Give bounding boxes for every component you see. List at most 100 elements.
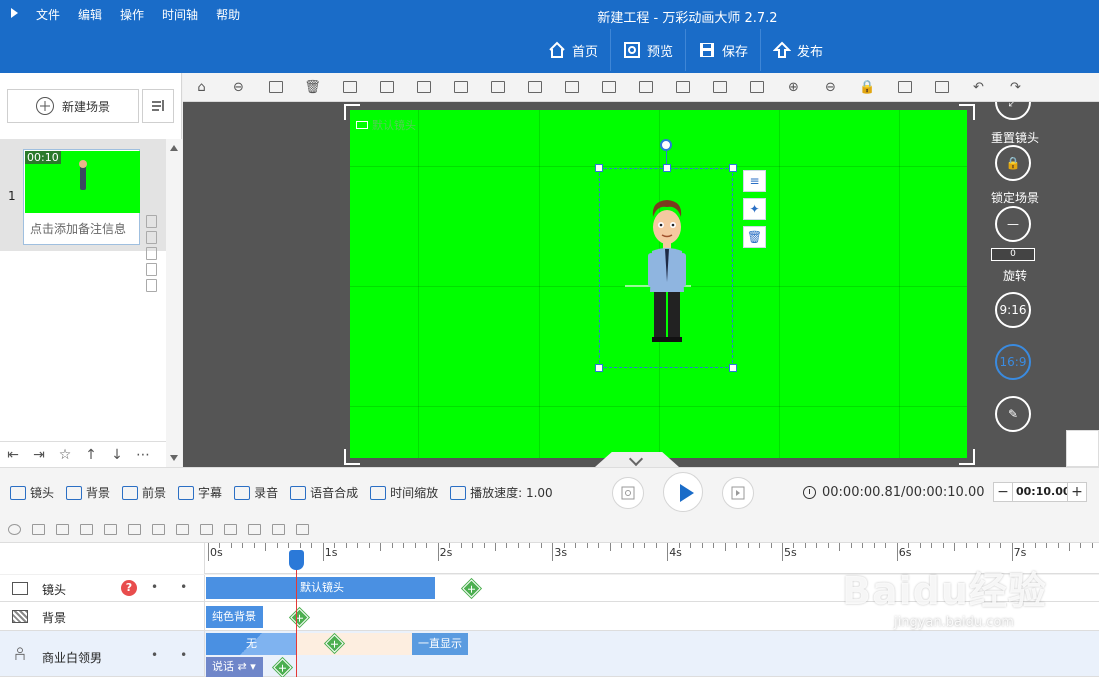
locate-icon[interactable] — [8, 524, 21, 535]
redo-icon[interactable]: ↷ — [997, 73, 1034, 102]
more-icon[interactable]: ⋯ — [130, 442, 156, 468]
add-foreground-button[interactable]: 前景 — [122, 484, 166, 501]
align-middle-icon[interactable] — [405, 73, 442, 102]
track-character[interactable]: 商业白领男 •• 无 一直显示 说话 ⇄ ▾ — [0, 631, 1099, 677]
add-keyframe-icon[interactable] — [462, 579, 481, 598]
zoom-in-icon[interactable]: ⊕ — [775, 73, 812, 102]
align-vtop-icon[interactable] — [664, 73, 701, 102]
scroll-down-icon[interactable] — [170, 455, 178, 461]
move-1-icon[interactable] — [248, 524, 261, 535]
lock-icon[interactable]: 🔒 — [849, 73, 886, 102]
record-button[interactable]: 录音 — [234, 484, 278, 501]
import-icon[interactable]: ⇤ — [0, 442, 26, 468]
scene-item[interactable]: 1 00:10 点击添加备注信息 — [0, 139, 166, 292]
clear-icon[interactable] — [56, 524, 69, 535]
duration-plus-button[interactable]: + — [1067, 482, 1087, 502]
arrange-icon[interactable]: ≡ — [743, 170, 766, 192]
ratio-16-9-button[interactable]: 16:9 — [995, 344, 1031, 380]
align-5-icon[interactable] — [176, 524, 189, 535]
side-panel-stub[interactable] — [1066, 430, 1099, 467]
background-clip[interactable]: 纯色背景 — [206, 606, 263, 628]
align-bottom-icon[interactable] — [701, 73, 738, 102]
align-3-icon[interactable] — [128, 524, 141, 535]
track-camera-toggles[interactable]: •• — [151, 580, 209, 594]
align-left-icon[interactable] — [553, 73, 590, 102]
help-icon[interactable]: ? — [121, 580, 137, 596]
scene-thumbnail[interactable]: 00:10 点击添加备注信息 — [23, 149, 140, 245]
stay-clip[interactable] — [296, 633, 412, 655]
action-clip[interactable]: 说话 ⇄ ▾ — [206, 657, 263, 677]
align-6-icon[interactable] — [200, 524, 213, 535]
tts-button[interactable]: 语音合成 — [290, 484, 358, 501]
select-frame-icon[interactable] — [442, 73, 479, 102]
align-right-icon[interactable] — [590, 73, 627, 102]
publish-button[interactable]: 发布 — [760, 29, 835, 71]
align-1-icon[interactable] — [80, 524, 93, 535]
resize-handle-tl[interactable] — [595, 164, 603, 172]
replace-icon[interactable] — [257, 73, 294, 102]
stay-clip-label[interactable]: 一直显示 — [412, 633, 468, 655]
rotate-dial-icon[interactable]: — — [995, 206, 1031, 242]
playhead-handle[interactable] — [289, 550, 304, 570]
home-view-icon[interactable]: ⌂ — [183, 73, 220, 102]
delete-icon[interactable]: 🗑 — [743, 226, 766, 248]
align-2-icon[interactable] — [104, 524, 117, 535]
lock-scene-icon[interactable]: 🔒 — [995, 145, 1031, 181]
next-frame-button[interactable] — [722, 477, 754, 509]
character-business-man[interactable] — [643, 197, 691, 342]
trash-icon[interactable]: 🗑 — [294, 73, 331, 102]
add-keyframe-icon[interactable] — [290, 608, 309, 627]
rotate-handle[interactable] — [660, 139, 672, 151]
scene-note-field[interactable]: 点击添加备注信息 — [30, 220, 138, 237]
zoom-out-icon[interactable]: ⊖ — [812, 73, 849, 102]
undo-icon[interactable]: ↶ — [960, 73, 997, 102]
export-icon[interactable]: ⇥ — [26, 442, 52, 468]
distribute-h-icon[interactable] — [479, 73, 516, 102]
arrow-up-icon[interactable]: ↑ — [78, 442, 104, 468]
align-4-icon[interactable] — [152, 524, 165, 535]
ratio-9-16-button[interactable]: 9:16 — [995, 292, 1031, 328]
play-speed-button[interactable]: 播放速度: 1.00 — [450, 484, 553, 501]
delete-scene-icon[interactable] — [146, 231, 157, 244]
track-character-toggles[interactable]: •• — [151, 648, 209, 662]
camera-clip[interactable]: 默认镜头 — [206, 577, 435, 599]
copy-scene-icon[interactable] — [146, 215, 157, 228]
play-button[interactable] — [663, 472, 703, 512]
add-subtitle-button[interactable]: 字幕 — [178, 484, 222, 501]
align-center-v-icon[interactable] — [368, 73, 405, 102]
save-button[interactable]: 保存 — [685, 29, 760, 71]
favorite-scene-icon[interactable] — [146, 279, 157, 292]
resize-handle-tr[interactable] — [729, 164, 737, 172]
time-scale-button[interactable]: 时间缩放 — [370, 484, 438, 501]
action-icon[interactable]: ✦ — [743, 198, 766, 220]
layer-icon[interactable] — [331, 73, 368, 102]
duration-minus-button[interactable]: − — [993, 482, 1013, 502]
filter-icon[interactable] — [32, 524, 45, 535]
scene-scrollbar[interactable] — [166, 139, 182, 467]
reset-camera-icon[interactable]: ⤢ — [995, 102, 1031, 120]
resize-handle-br[interactable] — [729, 364, 737, 372]
rotate-value[interactable]: 0 — [991, 248, 1035, 261]
duration-input[interactable]: 00:10.00 — [1013, 482, 1071, 502]
resize-handle-bl[interactable] — [595, 364, 603, 372]
paste-icon[interactable] — [923, 73, 960, 102]
preview-frame-button[interactable] — [612, 477, 644, 509]
new-scene-button[interactable]: 新建场景 — [7, 89, 139, 123]
add-keyframe-icon[interactable] — [273, 658, 292, 677]
arrow-down-icon[interactable]: ↓ — [104, 442, 130, 468]
duplicate-scene-icon[interactable] — [146, 263, 157, 276]
distribute-v-icon[interactable] — [738, 73, 775, 102]
star-icon[interactable]: ☆ — [52, 442, 78, 468]
bookmark-icon[interactable] — [296, 524, 309, 535]
stage-canvas[interactable]: 默认镜头 ≡ ✦ 🗑 — [350, 110, 967, 458]
home-button[interactable]: 首页 — [536, 29, 610, 71]
preview-button[interactable]: 预览 — [610, 29, 685, 71]
scroll-up-icon[interactable] — [170, 145, 178, 151]
enter-effect-clip[interactable]: 无 — [206, 633, 296, 655]
export-scene-icon[interactable] — [146, 247, 157, 260]
scene-sort-button[interactable] — [142, 89, 174, 123]
align-hcenter-icon[interactable] — [627, 73, 664, 102]
add-camera-button[interactable]: 镜头 — [10, 484, 54, 501]
align-top-icon[interactable] — [516, 73, 553, 102]
distribute-icon[interactable] — [224, 524, 237, 535]
